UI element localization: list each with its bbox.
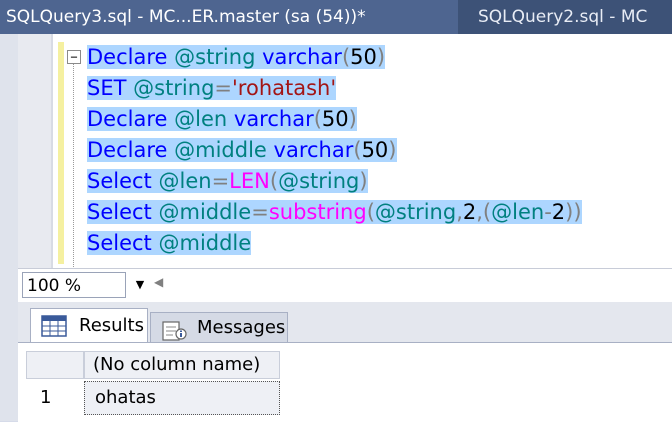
code-token: ,( <box>476 200 492 224</box>
grid-header: (No column name) <box>18 351 290 379</box>
code-token: @string <box>133 76 215 100</box>
code-token: @len <box>491 200 545 224</box>
code-line[interactable]: Select @len=LEN(@string) <box>87 166 582 197</box>
code-token: 50 <box>321 107 349 131</box>
tab-sqlquery2[interactable]: SQLQuery2.sql - MC <box>478 0 647 34</box>
code-token: @middle <box>158 200 252 224</box>
selection-highlight: Select @middle=substring(@string,2,(@len… <box>87 200 582 224</box>
code-token: LEN <box>229 169 270 193</box>
indicator-margin <box>18 34 53 268</box>
code-line[interactable]: Declare @len varchar(50) <box>87 104 582 135</box>
code-token: substring <box>268 200 367 224</box>
code-token: ( <box>313 107 322 131</box>
code-line[interactable]: Declare @string varchar(50) <box>87 42 582 73</box>
code-token: = <box>211 169 230 193</box>
row-number-header <box>26 351 84 379</box>
selection-highlight: Select @middle <box>87 231 252 255</box>
change-tracking-bar <box>58 42 64 264</box>
code-line[interactable]: Select @middle=substring(@string,2,(@len… <box>87 197 582 228</box>
code-token: ) <box>359 169 368 193</box>
code-token: @string <box>174 45 256 69</box>
code-token: ( <box>341 45 351 69</box>
tab-results-label: Results <box>79 315 144 336</box>
zoom-select[interactable]: 100 % <box>22 272 126 298</box>
code-token: ( <box>366 200 375 224</box>
code-token: ( <box>353 138 362 162</box>
results-tab-strip: Results Messages <box>18 302 672 342</box>
column-header[interactable]: (No column name) <box>84 351 280 379</box>
code-token: Select <box>87 169 152 193</box>
code-line[interactable]: Select @middle <box>87 228 582 259</box>
zoom-bar: 100 % ▼ ◀ <box>18 268 672 304</box>
code-token: @string <box>278 169 360 193</box>
code-token: 2 <box>462 200 477 224</box>
tab-messages[interactable]: Messages <box>150 312 288 342</box>
row-number: 1 <box>40 387 52 408</box>
code-token: varchar <box>262 45 342 69</box>
code-token: @len <box>174 107 228 131</box>
code-token: Declare <box>87 107 168 131</box>
code-line[interactable]: Declare @middle varchar(50) <box>87 135 582 166</box>
messages-icon <box>161 319 187 341</box>
code-token: 'rohatash' <box>232 76 337 100</box>
selection-highlight: Select @len=LEN(@string) <box>87 169 368 193</box>
code-token: Select <box>87 200 152 224</box>
selection-highlight: Declare @len varchar(50) <box>87 107 357 131</box>
code-token: = <box>214 76 233 100</box>
code-token: ) <box>376 45 386 69</box>
selection-highlight: Declare @middle varchar(50) <box>87 138 397 162</box>
results-grid[interactable]: (No column name) 1 ohatas <box>18 342 672 422</box>
code-token: 50 <box>361 138 389 162</box>
grid-cell[interactable]: ohatas <box>84 381 280 415</box>
tab-messages-label: Messages <box>197 317 286 338</box>
code-text[interactable]: Declare @string varchar(50) SET @string='… <box>87 42 582 259</box>
code-token: varchar <box>233 107 314 131</box>
code-token: Declare <box>87 45 168 69</box>
code-token: , <box>456 200 463 224</box>
code-token: 50 <box>350 45 377 69</box>
outline-guide <box>73 64 75 268</box>
document-tab-bar: SQLQuery3.sql - MC...ER.master (sa (54))… <box>0 0 672 34</box>
code-token: = <box>251 200 269 224</box>
selection-highlight: Declare @string varchar(50) <box>87 45 386 69</box>
code-token: @len <box>158 169 212 193</box>
code-token: ) <box>388 138 397 162</box>
code-token: @middle <box>158 231 252 255</box>
code-token: 2 <box>551 200 566 224</box>
scroll-left-icon[interactable]: ◀ <box>154 275 163 289</box>
code-token: @middle <box>174 138 267 162</box>
code-token: @string <box>374 200 457 224</box>
code-token: Select <box>87 231 152 255</box>
code-token: varchar <box>273 138 354 162</box>
code-token: SET <box>87 76 127 100</box>
left-panel-strip <box>0 34 19 421</box>
code-token: ) <box>348 107 357 131</box>
grid-icon <box>41 315 67 337</box>
query-editor[interactable]: − Declare @string varchar(50) SET @string… <box>18 34 672 268</box>
tab-sqlquery3[interactable]: SQLQuery3.sql - MC...ER.master (sa (54))… <box>0 0 458 34</box>
selection-highlight: SET @string='rohatash' <box>87 76 337 100</box>
code-token: ( <box>269 169 279 193</box>
code-token: Declare <box>87 138 168 162</box>
chevron-down-icon[interactable]: ▼ <box>130 273 150 297</box>
collapse-icon[interactable]: − <box>67 50 81 64</box>
tab-results[interactable]: Results <box>30 308 148 342</box>
code-token: - <box>544 200 552 224</box>
code-line[interactable]: SET @string='rohatash' <box>87 73 582 104</box>
code-token: )) <box>565 200 582 224</box>
